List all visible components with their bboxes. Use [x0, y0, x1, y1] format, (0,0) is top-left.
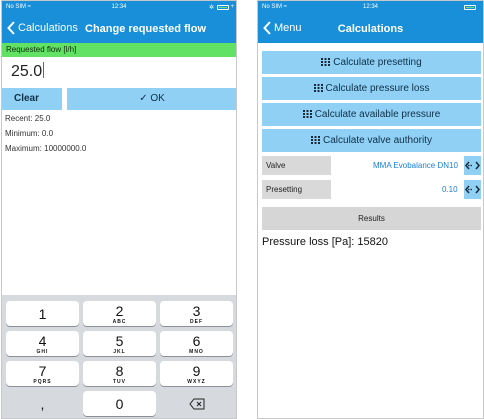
calculate-pressure-loss-label: Calculate pressure loss [325, 83, 430, 94]
clear-button[interactable]: Clear [2, 88, 62, 110]
grid-icon [321, 58, 331, 66]
valve-select-button[interactable] [464, 156, 481, 175]
pressure-loss-result: Pressure loss [Pa]: 15820 [262, 236, 388, 248]
key-7[interactable]: 7 PQRS [6, 361, 79, 386]
calculate-available-pressure-label: Calculate available pressure [314, 109, 441, 120]
bluetooth-icon: ✲ [208, 5, 214, 11]
results-button[interactable]: Results [262, 207, 481, 230]
key-0[interactable]: 0 [83, 391, 156, 416]
flow-value-text: 25.0 [11, 63, 43, 80]
back-button[interactable]: Calculations [7, 21, 78, 35]
grid-icon [302, 110, 312, 118]
status-time: 12:34 [362, 4, 378, 10]
charging-indicator: + [230, 4, 234, 10]
status-bar: No SIM ≈ 12:34 [258, 1, 483, 13]
key-4[interactable]: 4 GHI [6, 331, 79, 356]
navigation-bar: Calculations Change requested flow [2, 13, 236, 43]
calculate-valve-authority-button[interactable]: Calculate valve authority [262, 129, 481, 152]
backspace-key[interactable] [160, 391, 233, 416]
grid-icon [313, 84, 323, 92]
presetting-select-button[interactable] [464, 180, 481, 199]
key-8[interactable]: 8 TUV [83, 361, 156, 386]
key-2[interactable]: 2 ABC [83, 301, 156, 326]
key-3[interactable]: 3 DEF [160, 301, 233, 326]
flow-value-input[interactable]: 25.0 [11, 62, 45, 81]
key-5[interactable]: 5 JKL [83, 331, 156, 356]
backspace-icon [188, 398, 204, 410]
valve-value[interactable]: MMA Evobalance DN10 [373, 161, 458, 170]
text-cursor [43, 62, 45, 78]
pressure-loss-label: Pressure loss [Pa]: [262, 236, 355, 248]
key-9[interactable]: 9 WXYZ [160, 361, 233, 386]
presetting-value[interactable]: 0.10 [442, 185, 458, 194]
page-title: Calculations [337, 23, 404, 35]
key-comma[interactable]: , [6, 391, 79, 416]
recent-value: Recent: 25.0 [5, 114, 51, 123]
ok-button[interactable]: ✓ OK [67, 88, 236, 110]
back-button-label: Calculations [18, 22, 78, 34]
key-1[interactable]: 1 [6, 301, 79, 326]
calculate-valve-authority-label: Calculate valve authority [323, 135, 432, 146]
back-chevron-icon [7, 21, 15, 35]
calculate-presetting-label: Calculate presetting [333, 57, 422, 68]
calculate-presetting-button[interactable]: Calculate presetting [262, 51, 481, 74]
status-bar: No SIM ≈ 12:34 ✲ + [2, 1, 236, 13]
calculations-screen: No SIM ≈ 12:34 Menu Calculations Calcula… [257, 0, 484, 419]
minimum-value: Minimum: 0.0 [5, 129, 54, 138]
calculate-pressure-loss-button[interactable]: Calculate pressure loss [262, 77, 481, 100]
presetting-label: Presetting [262, 180, 331, 199]
change-flow-screen: No SIM ≈ 12:34 ✲ + Calculations Change r… [1, 0, 237, 419]
pressure-loss-value: 15820 [357, 236, 388, 248]
valve-label: Valve [262, 156, 331, 175]
maximum-value: Maximum: 10000000.0 [5, 144, 87, 153]
calculate-available-pressure-button[interactable]: Calculate available pressure [262, 103, 481, 126]
status-time: 12:34 [111, 4, 127, 10]
page-title: Change requested flow [85, 23, 207, 35]
grid-icon [311, 136, 321, 144]
swap-arrows-icon [465, 185, 480, 194]
battery-icon [217, 5, 229, 10]
numeric-keypad: 1 2 ABC 3 DEF 4 GHI 5 JKL 6 MNO 7 PQRS 8… [2, 295, 236, 418]
navigation-bar: Menu Calculations [258, 13, 483, 43]
battery-icon [464, 5, 476, 10]
field-header: Requested flow [l/h] [2, 43, 236, 57]
key-6[interactable]: 6 MNO [160, 331, 233, 356]
swap-arrows-icon [465, 161, 480, 170]
